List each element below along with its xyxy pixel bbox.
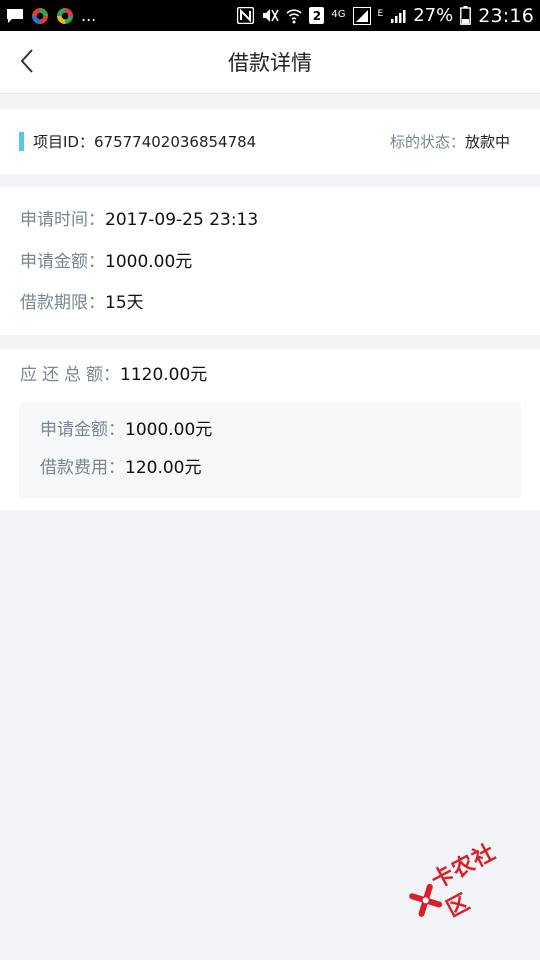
network-type: 4G — [331, 8, 346, 20]
apply-time-label: 申请时间： — [20, 210, 105, 230]
apply-time-row: 申请时间：2017-09-25 23:13 — [20, 208, 258, 232]
term-label: 借款期限： — [20, 293, 105, 313]
total-label-char: 总 — [64, 365, 86, 385]
total-value: 1120.00元 — [120, 365, 208, 385]
project-id-group: 项目ID：67577402036854784 — [19, 131, 256, 152]
signal-icon-2 — [390, 8, 406, 24]
breakdown-amount-label: 申请金额： — [40, 420, 125, 440]
battery-percent: 27% — [413, 5, 454, 26]
accent-bar — [19, 132, 24, 151]
app-notification-icon — [31, 7, 49, 25]
breakdown-amount-row: 申请金额：1000.00元 — [40, 418, 212, 442]
apply-time-value: 2017-09-25 23:13 — [105, 210, 259, 230]
total-row: 应还总额：1120.00元 — [20, 362, 207, 388]
total-label-char: 应 — [20, 365, 42, 385]
project-card: 项目ID：67577402036854784 标的状态：放款中 — [0, 109, 540, 174]
edge-indicator: E — [377, 8, 384, 19]
total-label: 应还总额： — [20, 365, 120, 385]
total-label-char: 额 — [86, 365, 103, 385]
status-right: 2 4G E 27% 23:16 — [237, 5, 534, 27]
status-label: 标的状态： — [389, 133, 465, 151]
mute-icon — [261, 7, 280, 24]
signal-icon — [352, 6, 371, 25]
breakdown-fee-label: 借款费用： — [40, 458, 125, 478]
status-time: 23:16 — [478, 4, 534, 27]
chevron-left-icon — [20, 48, 34, 78]
breakdown-fee-row: 借款费用：120.00元 — [40, 456, 201, 480]
watermark: 卡农社区 — [398, 829, 522, 940]
battery-icon — [460, 6, 472, 25]
back-button[interactable] — [0, 31, 54, 94]
breakdown-fee-value: 120.00元 — [125, 458, 202, 478]
total-label-colon: ： — [103, 365, 120, 385]
app-notification-icon-2 — [56, 7, 74, 25]
apply-amount-row: 申请金额：1000.00元 — [20, 250, 192, 274]
project-row: 项目ID：67577402036854784 标的状态：放款中 — [0, 109, 540, 174]
apply-amount-label: 申请金额： — [20, 252, 105, 272]
project-id: 项目ID：67577402036854784 — [33, 131, 256, 152]
more-notifications: ... — [81, 6, 97, 25]
term-row: 借款期限：15天 — [20, 291, 144, 315]
message-icon — [6, 8, 24, 24]
wifi-calling-icon — [286, 7, 302, 24]
breakdown-amount-value: 1000.00元 — [125, 420, 213, 440]
nfc-icon — [237, 7, 255, 24]
sim-2-icon: 2 — [309, 7, 325, 24]
nav-bar: 借款详情 — [0, 31, 540, 94]
project-id-label: 项目ID： — [33, 133, 94, 151]
status-bar: ... 2 4G E 27% 23:16 — [0, 0, 540, 31]
term-value: 15天 — [105, 293, 144, 313]
page-title: 借款详情 — [228, 51, 312, 75]
loan-info-card: 申请时间：2017-09-25 23:13 申请金额：1000.00元 借款期限… — [0, 187, 540, 335]
project-status: 标的状态：放款中 — [390, 131, 510, 152]
status-left: ... — [6, 6, 96, 25]
apply-amount-value: 1000.00元 — [105, 252, 193, 272]
total-repayment-card: 应还总额：1120.00元 申请金额：1000.00元 借款费用：120.00元 — [0, 349, 540, 510]
repayment-breakdown: 申请金额：1000.00元 借款费用：120.00元 — [19, 402, 521, 498]
project-id-value: 67577402036854784 — [93, 133, 257, 151]
status-value: 放款中 — [464, 133, 510, 151]
total-label-char: 还 — [42, 365, 64, 385]
